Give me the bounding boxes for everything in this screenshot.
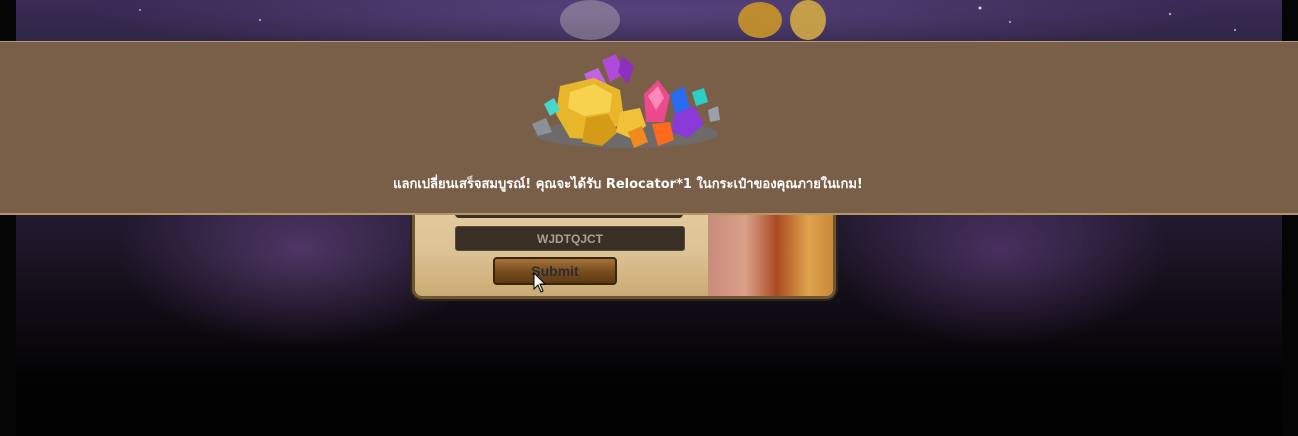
game-redeem-page: Submit แลกเปลี่ยนเสร็จสมบูรณ์! คุณจะได้ร… — [0, 0, 1298, 436]
redeem-code-input[interactable] — [455, 226, 685, 251]
gem-pile-icon — [532, 54, 720, 148]
toast-message: แลกเปลี่ยนเสร็จสมบูรณ์! คุณจะได้รับ Relo… — [393, 177, 863, 192]
mouse-pointer-icon — [533, 272, 547, 293]
submit-button[interactable]: Submit — [493, 257, 617, 285]
success-toast: แลกเปลี่ยนเสร็จสมบูรณ์! คุณจะได้รับ Relo… — [0, 41, 1298, 215]
